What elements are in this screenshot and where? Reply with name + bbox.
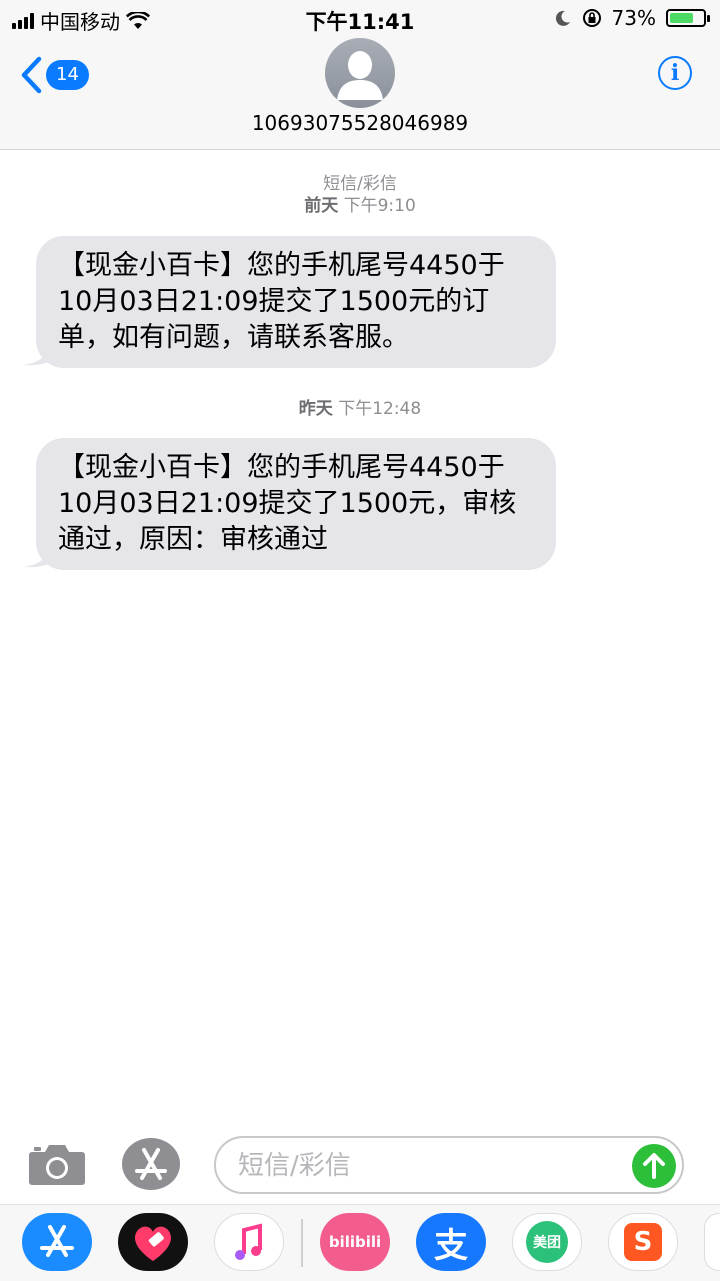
music-note-icon <box>235 1223 262 1260</box>
status-bar: 中国移动 下午11:41 73% <box>0 0 720 38</box>
message-meta: 昨天 下午12:48 <box>0 398 720 420</box>
send-button[interactable] <box>632 1144 676 1188</box>
moon-icon <box>555 10 570 26</box>
app-drawer: bilibili 支 美团 S <box>0 1204 720 1281</box>
app-store-icon <box>40 1225 74 1257</box>
timestamp-time: 下午12:48 <box>338 399 422 419</box>
info-icon[interactable]: i <box>658 56 692 90</box>
contact-number[interactable]: 10693075528046989 <box>0 111 720 135</box>
bilibili-app[interactable]: bilibili <box>320 1213 390 1271</box>
meituan-label: 美团 <box>526 1221 568 1263</box>
heart-icon <box>134 1226 172 1261</box>
bilibili-label: bilibili <box>328 1233 382 1251</box>
drawer-divider <box>301 1219 303 1267</box>
unread-badge: 14 <box>46 60 89 90</box>
app-store-icon <box>135 1148 167 1180</box>
timestamp: 昨天 下午12:48 <box>0 398 720 420</box>
battery-level <box>670 13 693 23</box>
heart-sticker-app[interactable] <box>118 1213 188 1271</box>
avatar[interactable] <box>325 38 395 108</box>
timestamp: 前天 下午9:10 <box>0 195 720 217</box>
sogou-logo: S <box>609 1214 677 1270</box>
alipay-app[interactable]: 支 <box>416 1213 486 1271</box>
battery-percent: 73% <box>611 6 656 30</box>
back-button[interactable]: 14 <box>20 56 89 94</box>
message-text: 【现金小百卡】您的手机尾号4450于10月03日21:09提交了1500元的订单… <box>58 250 505 353</box>
meituan-logo: 美团 <box>513 1214 581 1270</box>
rotation-lock-icon <box>582 9 601 27</box>
timestamp-day: 前天 <box>304 196 339 216</box>
sogou-app[interactable]: S <box>608 1213 678 1271</box>
received-message-bubble[interactable]: 【现金小百卡】您的手机尾号4450于10月03日21:09提交了1500元，审核… <box>36 438 556 570</box>
music-app[interactable] <box>214 1213 284 1271</box>
conversation-header: 14 10693075528046989 i <box>0 38 720 150</box>
compose-bar <box>0 1128 720 1204</box>
arrow-up-icon <box>643 1153 665 1179</box>
app-store-app[interactable] <box>22 1213 92 1271</box>
message-meta: 短信/彩信 前天 下午9:10 <box>0 173 720 217</box>
timestamp-time: 下午9:10 <box>343 196 416 216</box>
message-text: 【现金小百卡】您的手机尾号4450于10月03日21:09提交了1500元，审核… <box>58 452 517 555</box>
battery-icon <box>666 9 710 27</box>
camera-icon[interactable] <box>28 1142 86 1186</box>
message-type-label: 短信/彩信 <box>323 174 397 194</box>
sogou-label: S <box>624 1223 662 1261</box>
timestamp-day: 昨天 <box>298 399 333 419</box>
status-right: 73% <box>554 6 710 30</box>
message-input-field[interactable] <box>214 1136 684 1194</box>
more-apps[interactable] <box>704 1213 720 1271</box>
app-store-button[interactable] <box>122 1138 180 1190</box>
received-message-bubble[interactable]: 【现金小百卡】您的手机尾号4450于10月03日21:09提交了1500元的订单… <box>36 236 556 368</box>
chevron-left-icon <box>21 56 42 94</box>
message-input[interactable] <box>236 1138 630 1194</box>
person-icon <box>337 51 383 100</box>
meituan-app[interactable]: 美团 <box>512 1213 582 1271</box>
alipay-label: 支 <box>434 1225 468 1266</box>
